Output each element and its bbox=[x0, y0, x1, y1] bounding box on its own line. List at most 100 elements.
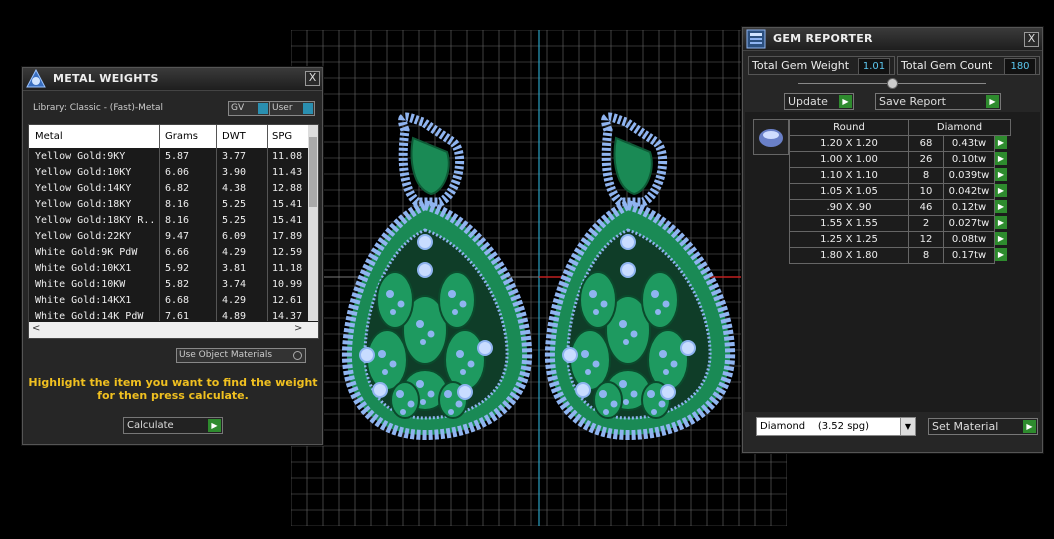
chevron-down-icon[interactable]: ▼ bbox=[900, 418, 915, 435]
table-cell: 68 bbox=[908, 135, 944, 152]
scroll-left-icon[interactable]: < bbox=[32, 323, 40, 334]
table-cell: 6.82 bbox=[165, 183, 190, 194]
close-icon[interactable]: X bbox=[305, 71, 320, 86]
table-cell: 12.88 bbox=[272, 183, 303, 194]
use-object-materials-toggle[interactable]: Use Object Materials bbox=[176, 348, 306, 363]
table-cell: 10 bbox=[908, 183, 944, 200]
total-gem-weight-value: 1.01 bbox=[858, 58, 890, 75]
play-icon[interactable]: ▶ bbox=[995, 216, 1007, 229]
table-cell: 2 bbox=[908, 215, 944, 232]
calculate-button[interactable]: Calculate ▶ bbox=[123, 417, 223, 434]
earring-stone bbox=[623, 399, 629, 405]
earring-accent-stone bbox=[372, 382, 388, 398]
earring-stone bbox=[456, 350, 464, 358]
table-cell: 12.59 bbox=[272, 247, 303, 258]
header-grams[interactable]: Grams bbox=[165, 131, 198, 142]
gem-reporter-titlebar[interactable]: GEM REPORTER X bbox=[743, 28, 1042, 51]
table-row[interactable]: 1.10 X 1.10 8 0.039tw ▶ bbox=[789, 167, 1011, 184]
user-toggle-knob bbox=[303, 103, 313, 114]
table-cell: 3.81 bbox=[222, 263, 247, 274]
table-cell: 3.74 bbox=[222, 279, 247, 290]
earring-stone bbox=[455, 400, 463, 408]
gem-reporter-icon bbox=[746, 29, 766, 49]
metal-table-vscroll[interactable] bbox=[308, 125, 318, 321]
total-gem-count-text: Total Gem Count bbox=[901, 59, 993, 72]
table-cell: White Gold:9K PdW bbox=[35, 247, 138, 258]
earring-stone bbox=[452, 309, 458, 315]
earring-accent-stone bbox=[620, 234, 636, 250]
play-icon[interactable]: ▶ bbox=[995, 168, 1007, 181]
table-cell: 12 bbox=[908, 231, 944, 248]
col-divider bbox=[216, 125, 217, 321]
table-row[interactable]: 1.20 X 1.20 68 0.43tw ▶ bbox=[789, 135, 1011, 152]
table-row[interactable]: 1.80 X 1.80 8 0.17tw ▶ bbox=[789, 247, 1011, 264]
earring-stone bbox=[659, 350, 667, 358]
header-spg[interactable]: SPG bbox=[272, 131, 292, 142]
user-toggle[interactable]: User bbox=[269, 101, 315, 116]
header-dwt[interactable]: DWT bbox=[222, 131, 246, 142]
table-cell: 0.17tw bbox=[943, 247, 995, 264]
close-icon[interactable]: X bbox=[1024, 32, 1039, 47]
table-cell: 6.66 bbox=[165, 247, 190, 258]
user-toggle-label: User bbox=[272, 103, 293, 113]
set-material-button[interactable]: Set Material ▶ bbox=[928, 418, 1038, 435]
earring-stone bbox=[400, 409, 406, 415]
metal-table-hscroll[interactable]: < > bbox=[29, 322, 318, 338]
table-row[interactable]: 1.55 X 1.55 2 0.027tw ▶ bbox=[789, 215, 1011, 232]
table-cell: 11.18 bbox=[272, 263, 303, 274]
scroll-right-icon[interactable]: > bbox=[294, 323, 302, 334]
table-row[interactable]: .90 X .90 46 0.12tw ▶ bbox=[789, 199, 1011, 216]
material-select[interactable]: Diamond (3.52 spg) ▼ bbox=[756, 417, 916, 436]
earring-leaf bbox=[647, 329, 689, 391]
table-cell: 1.25 X 1.25 bbox=[789, 231, 909, 248]
earring-stone bbox=[610, 400, 618, 408]
save-report-button[interactable]: Save Report ▶ bbox=[875, 93, 1001, 110]
table-row[interactable]: 1.25 X 1.25 12 0.08tw ▶ bbox=[789, 231, 1011, 248]
earring-stone bbox=[427, 330, 435, 338]
earring-stone bbox=[407, 400, 415, 408]
gem-reporter-title: GEM REPORTER bbox=[773, 32, 873, 45]
earring-leaf bbox=[438, 271, 476, 329]
table-row[interactable]: 1.05 X 1.05 10 0.042tw ▶ bbox=[789, 183, 1011, 200]
metal-weights-titlebar[interactable]: METAL WEIGHTS X bbox=[23, 68, 322, 91]
metal-table[interactable]: Metal Grams DWT SPG Yellow Gold:9KY 5.87 3… bbox=[28, 124, 319, 339]
play-icon[interactable]: ▶ bbox=[995, 232, 1007, 245]
gem-thumbnail-icon[interactable] bbox=[753, 119, 789, 155]
earring-stone bbox=[420, 399, 426, 405]
metal-weights-panel: METAL WEIGHTS X Library: Classic - (Fast… bbox=[22, 67, 323, 445]
earring-stone bbox=[460, 369, 466, 375]
table-cell: 4.38 bbox=[222, 183, 247, 194]
earring-stone bbox=[619, 320, 627, 328]
table-cell: 6.68 bbox=[165, 295, 190, 306]
viewport[interactable] bbox=[291, 30, 787, 526]
earring-leaf bbox=[579, 271, 617, 329]
table-cell: 26 bbox=[908, 151, 944, 168]
play-icon[interactable]: ▶ bbox=[995, 136, 1007, 149]
table-cell: Yellow Gold:9KY bbox=[35, 151, 126, 162]
table-cell: 0.027tw bbox=[943, 215, 995, 232]
gv-toggle[interactable]: GV bbox=[228, 101, 270, 116]
table-cell: 3.90 bbox=[222, 167, 247, 178]
col-divider bbox=[267, 125, 268, 321]
earring-accent-stone bbox=[660, 384, 676, 400]
play-icon[interactable]: ▶ bbox=[995, 184, 1007, 197]
update-button[interactable]: Update ▶ bbox=[784, 93, 854, 110]
calculate-label: Calculate bbox=[127, 420, 174, 431]
play-icon[interactable]: ▶ bbox=[995, 248, 1007, 261]
scroll-thumb[interactable] bbox=[309, 137, 317, 207]
earring-stone bbox=[589, 290, 597, 298]
table-cell: 12.61 bbox=[272, 295, 303, 306]
viewport-canvas[interactable] bbox=[291, 30, 787, 526]
table-cell: 0.43tw bbox=[943, 135, 995, 152]
table-row[interactable]: 1.00 X 1.00 26 0.10tw ▶ bbox=[789, 151, 1011, 168]
header-metal[interactable]: Metal bbox=[35, 131, 63, 142]
play-icon[interactable]: ▶ bbox=[995, 200, 1007, 213]
play-icon[interactable]: ▶ bbox=[995, 152, 1007, 165]
earring-leaf bbox=[444, 329, 486, 391]
header-round: Round bbox=[789, 119, 909, 136]
slider-knob[interactable] bbox=[887, 78, 898, 89]
earring-stone bbox=[630, 390, 638, 398]
set-material-label: Set Material bbox=[932, 420, 999, 433]
table-cell: White Gold:10KX1 bbox=[35, 263, 132, 274]
gv-toggle-label: GV bbox=[231, 103, 245, 113]
